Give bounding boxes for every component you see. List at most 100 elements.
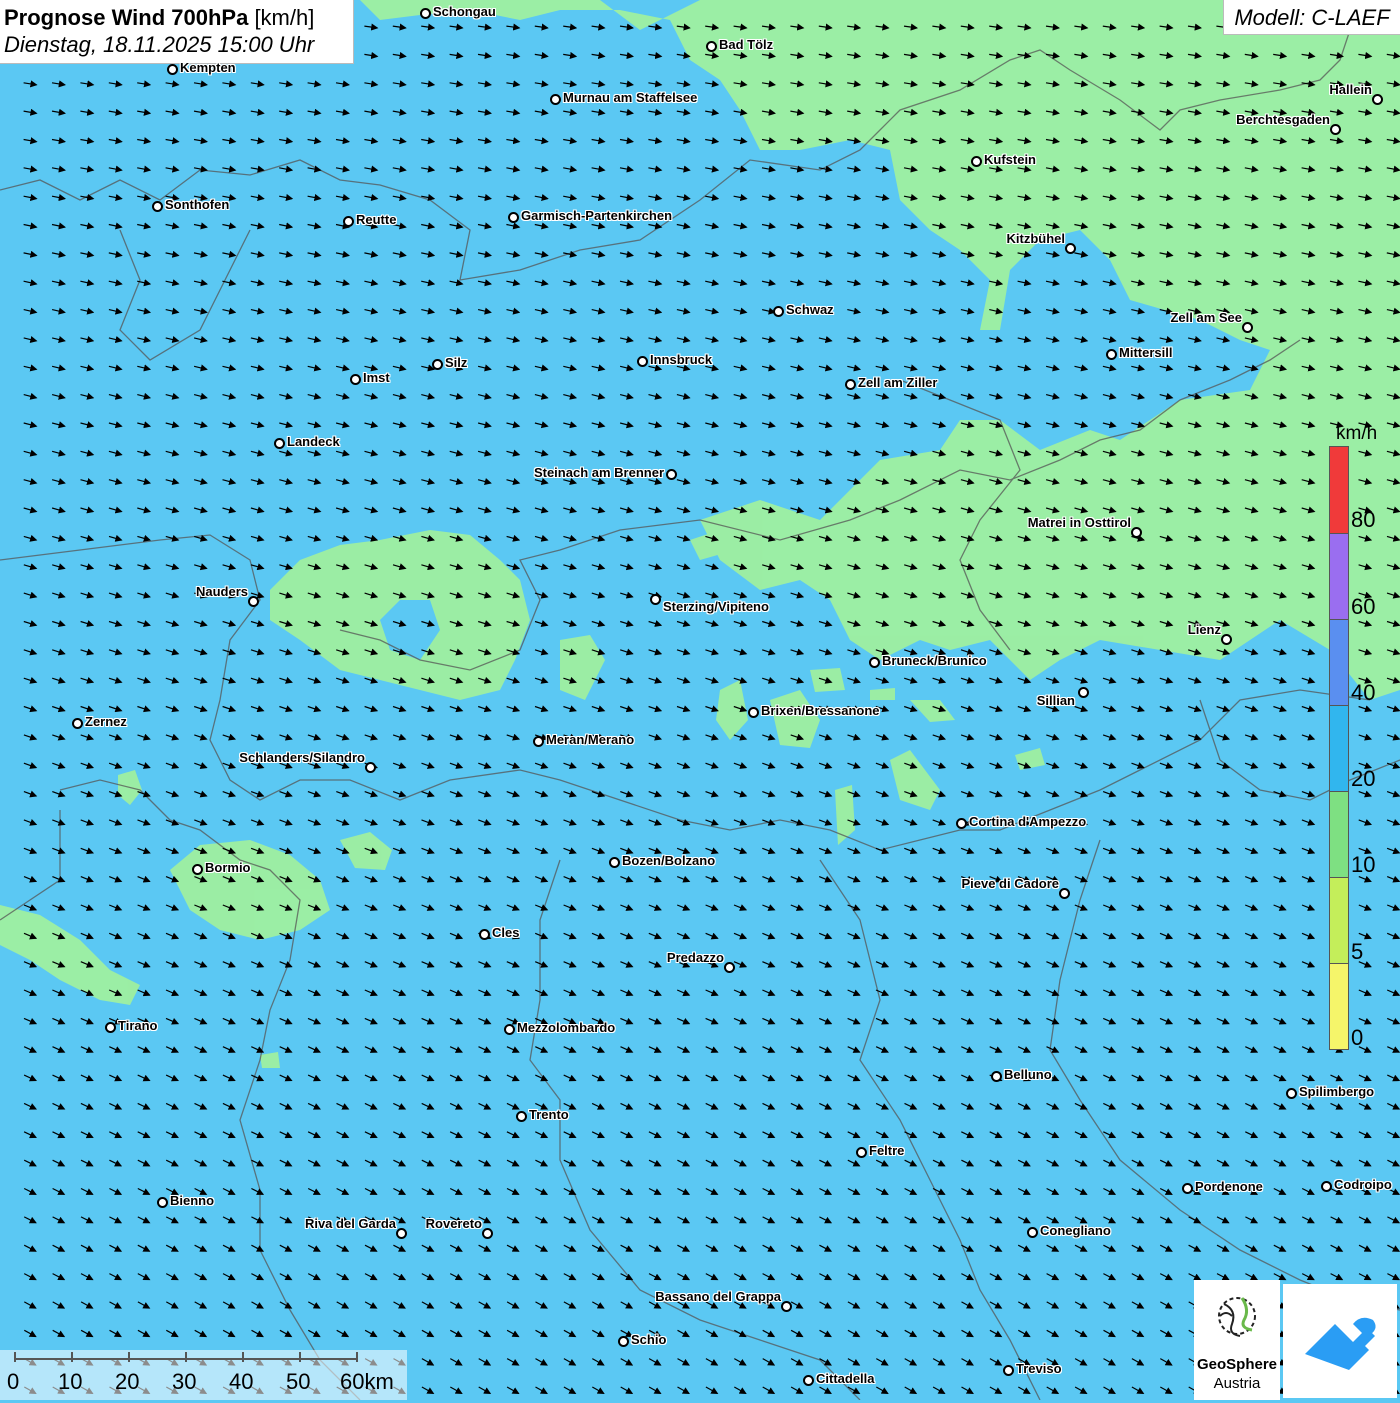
legend-band-40: [1330, 620, 1348, 706]
city-marker[interactable]: [1181, 1182, 1193, 1194]
city-label: Cles: [492, 925, 520, 940]
city-marker[interactable]: [747, 706, 759, 718]
city-marker[interactable]: [970, 155, 982, 167]
legend-band-80: [1330, 447, 1348, 534]
city-marker[interactable]: [1058, 887, 1070, 899]
model-label: Modell: C-LAEF: [1223, 0, 1400, 35]
map-title: Prognose Wind 700hPa [km/h]: [4, 4, 353, 31]
city-marker[interactable]: [868, 656, 880, 668]
city-marker[interactable]: [802, 1374, 814, 1386]
city-marker[interactable]: [855, 1146, 867, 1158]
city-label: Schlanders/Silandro: [239, 750, 365, 765]
city-marker[interactable]: [191, 863, 203, 875]
city-marker[interactable]: [151, 200, 163, 212]
city-label: Bassano del Grappa: [655, 1289, 781, 1304]
city-marker[interactable]: [1064, 242, 1076, 254]
city-label: Matrei in Osttirol: [1027, 515, 1131, 530]
city-label: Garmisch-Partenkirchen: [521, 208, 673, 223]
legend-band-0: [1330, 964, 1348, 1049]
city-marker[interactable]: [649, 593, 661, 605]
city-marker[interactable]: [342, 215, 354, 227]
city-label: Sonthofen: [165, 197, 230, 212]
city-marker[interactable]: [636, 355, 648, 367]
city-marker[interactable]: [166, 63, 178, 75]
city-label: Riva del Garda: [304, 1216, 396, 1231]
city-label: Sterzing/Vipiteno: [663, 599, 769, 614]
city-marker[interactable]: [532, 735, 544, 747]
city-label: Hallein: [1329, 82, 1372, 97]
legend-color-bar: [1329, 446, 1349, 1050]
city-marker[interactable]: [955, 817, 967, 829]
city-marker[interactable]: [723, 961, 735, 973]
scale-label: 10: [58, 1369, 83, 1394]
city-marker[interactable]: [71, 717, 83, 729]
city-marker[interactable]: [431, 358, 443, 370]
city-label: Brixen/Bressanone: [761, 703, 880, 718]
city-label: Steinach am Brenner: [533, 465, 664, 480]
geosphere-logo[interactable]: GeoSphere Austria: [1194, 1280, 1280, 1400]
city-label: Tirano: [118, 1018, 158, 1033]
city-marker[interactable]: [1130, 526, 1142, 538]
city-marker[interactable]: [1026, 1226, 1038, 1238]
legend-band-10: [1330, 792, 1348, 878]
city-marker[interactable]: [617, 1335, 629, 1347]
legend-band-5: [1330, 878, 1348, 964]
city-marker[interactable]: [844, 378, 856, 390]
city-marker[interactable]: [507, 211, 519, 223]
legend-label-60: 60: [1351, 594, 1376, 619]
city-marker[interactable]: [395, 1227, 407, 1239]
city-label: Zell am Ziller: [858, 375, 938, 390]
city-marker[interactable]: [273, 437, 285, 449]
city-marker[interactable]: [481, 1227, 493, 1239]
city-label: Bruneck/Brunico: [882, 653, 987, 668]
scale-label: 30: [172, 1369, 197, 1394]
city-label: Imst: [363, 370, 390, 385]
city-marker[interactable]: [104, 1021, 116, 1033]
city-marker[interactable]: [549, 93, 561, 105]
city-marker[interactable]: [1285, 1087, 1297, 1099]
city-label: Zell am See: [1170, 310, 1242, 325]
scale-label: 0: [7, 1369, 20, 1394]
city-label: Cortina d'Ampezzo: [969, 814, 1087, 829]
city-marker[interactable]: [247, 595, 259, 607]
geosphere-emblem-icon: [1218, 1297, 1256, 1337]
city-marker[interactable]: [1220, 633, 1232, 645]
city-marker[interactable]: [364, 761, 376, 773]
city-label: Schwaz: [786, 302, 834, 317]
city-marker[interactable]: [1002, 1364, 1014, 1376]
title-bold: Prognose Wind 700hPa: [4, 5, 249, 30]
city-label: Mezzolombardo: [517, 1020, 616, 1035]
app-logo[interactable]: [1283, 1284, 1397, 1398]
city-label: Sillian: [1036, 693, 1075, 708]
city-marker[interactable]: [705, 40, 717, 52]
city-marker[interactable]: [1105, 348, 1117, 360]
city-marker[interactable]: [503, 1023, 515, 1035]
city-marker[interactable]: [1077, 686, 1089, 698]
city-marker[interactable]: [1241, 321, 1253, 333]
scale-tick: [71, 1352, 73, 1362]
city-label: Reutte: [356, 212, 397, 227]
city-marker[interactable]: [990, 1070, 1002, 1082]
scale-tick: [242, 1352, 244, 1362]
city-marker[interactable]: [1329, 123, 1341, 135]
city-marker[interactable]: [772, 305, 784, 317]
city-label: Mittersill: [1119, 345, 1173, 360]
city-marker[interactable]: [156, 1196, 168, 1208]
city-marker[interactable]: [478, 928, 490, 940]
city-marker[interactable]: [608, 856, 620, 868]
scale-label: 40: [229, 1369, 254, 1394]
city-marker[interactable]: [780, 1300, 792, 1312]
city-marker[interactable]: [349, 373, 361, 385]
city-label: Innsbruck: [650, 352, 713, 367]
city-label: Treviso: [1016, 1361, 1062, 1376]
city-marker[interactable]: [419, 7, 431, 19]
city-marker[interactable]: [515, 1110, 527, 1122]
city-marker[interactable]: [665, 468, 677, 480]
city-marker[interactable]: [1371, 93, 1383, 105]
city-label: Trento: [529, 1107, 569, 1122]
city-marker[interactable]: [1320, 1180, 1332, 1192]
scale-tick: [356, 1352, 358, 1362]
legend-label-80: 80: [1351, 507, 1376, 532]
city-label: Kempten: [180, 60, 236, 75]
city-label: Cittadella: [816, 1371, 875, 1386]
